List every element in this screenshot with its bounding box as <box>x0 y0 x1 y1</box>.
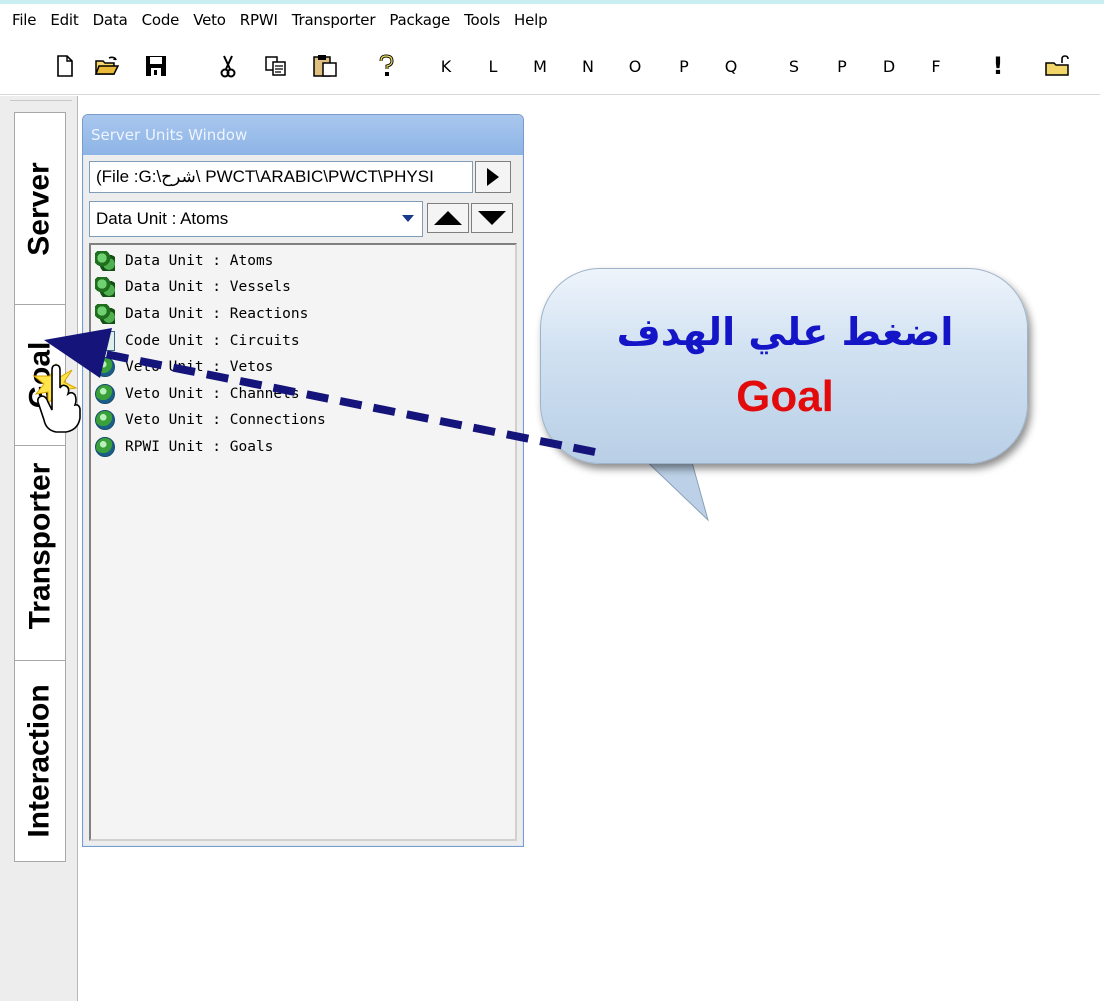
annotation-overlay <box>32 328 596 456</box>
hand-cursor-icon <box>37 364 81 433</box>
dashed-arrow-line <box>94 348 596 456</box>
